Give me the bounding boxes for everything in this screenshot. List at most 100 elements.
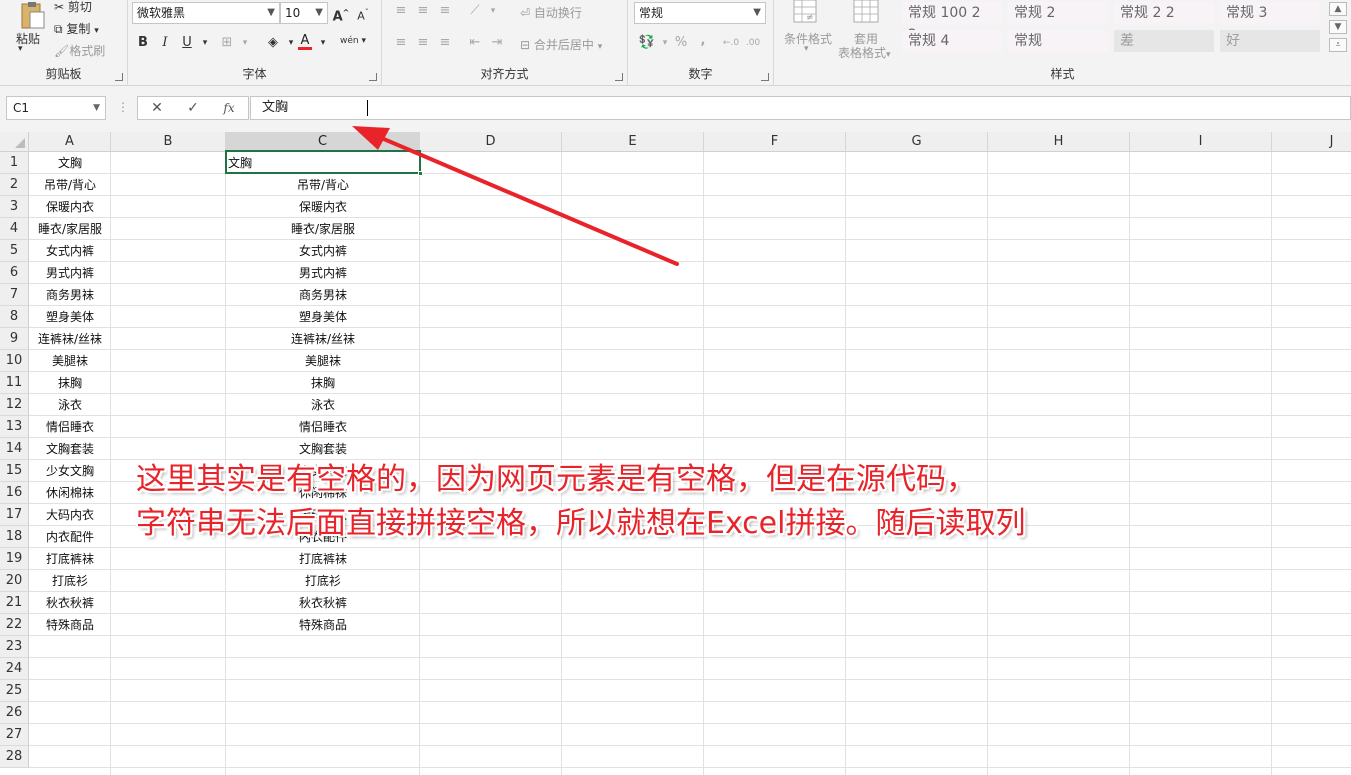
percent-button[interactable]: % (670, 32, 692, 54)
style-bad[interactable]: 差 (1114, 30, 1214, 52)
cancel-icon[interactable]: ✕ (142, 97, 172, 119)
table-format-button[interactable]: 表格格式▾ (838, 44, 891, 61)
row-header-22[interactable]: 22 (0, 614, 29, 636)
cell-a11[interactable]: 抹胸 (29, 372, 111, 394)
cell-a9[interactable]: 连裤袜/丝袜 (29, 328, 111, 350)
row-header-7[interactable]: 7 (0, 284, 29, 306)
align-middle-icon[interactable]: ≡ (412, 0, 434, 22)
cell-a21[interactable]: 秋衣秋裤 (29, 592, 111, 614)
column-header-j[interactable]: J (1272, 132, 1351, 152)
cell-a14[interactable]: 文胸套装 (29, 438, 111, 460)
styles-expand-icon[interactable]: ⩡ (1329, 38, 1347, 52)
row-header-1[interactable]: 1 (0, 152, 29, 174)
name-box[interactable]: C1 ▼ (6, 96, 106, 120)
cell-c5[interactable]: 女式内裤 (226, 240, 420, 262)
cell-a15[interactable]: 少女文胸 (29, 460, 111, 482)
formula-bar-grip-icon[interactable]: ⋮ (117, 100, 129, 114)
cell-c4[interactable]: 睡衣/家居服 (226, 218, 420, 240)
increase-decimal-icon[interactable]: ←.0 (720, 32, 742, 54)
row-header-17[interactable]: 17 (0, 504, 29, 526)
style-normal-2-2[interactable]: 常规 2 2 (1114, 2, 1214, 24)
number-format-select[interactable]: 常规 ▼ (634, 2, 766, 24)
cut-button[interactable]: ✂ 剪切 (54, 0, 92, 15)
row-header-5[interactable]: 5 (0, 240, 29, 262)
style-good[interactable]: 好 (1220, 30, 1320, 52)
font-size-select[interactable]: 10 ▼ (280, 2, 328, 24)
cell-c20[interactable]: 打底衫 (226, 570, 420, 592)
style-normal-2[interactable]: 常规 2 (1008, 2, 1108, 24)
row-header-8[interactable]: 8 (0, 306, 29, 328)
row-header-15[interactable]: 15 (0, 460, 29, 482)
font-name-select[interactable]: 微软雅黑 ▼ (132, 2, 280, 24)
row-header-28[interactable]: 28 (0, 746, 29, 768)
insert-function-icon[interactable]: fx (214, 97, 244, 119)
row-header-23[interactable]: 23 (0, 636, 29, 658)
cell-c6[interactable]: 男式内裤 (226, 262, 420, 284)
number-launcher-icon[interactable] (761, 73, 769, 81)
column-header-b[interactable]: B (111, 132, 226, 152)
table-format-icon[interactable] (852, 0, 882, 26)
increase-font-icon[interactable]: A^ (330, 2, 352, 24)
style-normal[interactable]: 常规 (1008, 30, 1108, 52)
align-bottom-icon[interactable]: ≡ (434, 0, 456, 22)
paste-chevron-icon[interactable]: ▾ (18, 44, 23, 54)
cell-c13[interactable]: 情侣睡衣 (226, 416, 420, 438)
column-header-f[interactable]: F (704, 132, 846, 152)
underline-chevron-icon[interactable]: ▾ (194, 32, 216, 54)
row-header-12[interactable]: 12 (0, 394, 29, 416)
row-header-9[interactable]: 9 (0, 328, 29, 350)
alignment-launcher-icon[interactable] (615, 73, 623, 81)
cell-a3[interactable]: 保暖内衣 (29, 196, 111, 218)
cell-a20[interactable]: 打底衫 (29, 570, 111, 592)
cell-c11[interactable]: 抹胸 (226, 372, 420, 394)
styles-scroll-down-icon[interactable]: ▼ (1329, 20, 1347, 34)
merge-center-button[interactable]: ⊟ 合并后居中 ▾ (520, 36, 602, 53)
column-header-d[interactable]: D (420, 132, 562, 152)
format-painter-button[interactable]: 🖌格式刷 (54, 42, 105, 59)
paste-icon[interactable] (16, 2, 46, 30)
column-header-e[interactable]: E (562, 132, 704, 152)
cell-c8[interactable]: 塑身美体 (226, 306, 420, 328)
row-header-27[interactable]: 27 (0, 724, 29, 746)
column-header-a[interactable]: A (29, 132, 111, 152)
row-header-24[interactable]: 24 (0, 658, 29, 680)
clipboard-launcher-icon[interactable] (115, 73, 123, 81)
conditional-format-chevron-icon[interactable]: ▾ (804, 44, 809, 54)
cell-c21[interactable]: 秋衣秋裤 (226, 592, 420, 614)
style-normal-100-2-2[interactable]: 常规 100 2 2... (902, 2, 1002, 43)
column-header-i[interactable]: I (1130, 132, 1272, 152)
italic-button[interactable]: I (154, 32, 176, 54)
row-header-11[interactable]: 11 (0, 372, 29, 394)
row-header-3[interactable]: 3 (0, 196, 29, 218)
font-color-chevron-icon[interactable]: ▾ (312, 32, 334, 54)
cell-c12[interactable]: 泳衣 (226, 394, 420, 416)
align-left-icon[interactable]: ≡ (390, 32, 412, 54)
cell-a16[interactable]: 休闲棉袜 (29, 482, 111, 504)
row-header-18[interactable]: 18 (0, 526, 29, 548)
cell-a1[interactable]: 文胸 (29, 152, 111, 174)
row-header-25[interactable]: 25 (0, 680, 29, 702)
cell-c7[interactable]: 商务男袜 (226, 284, 420, 306)
increase-indent-icon[interactable]: ⇥ (486, 32, 508, 54)
cell-c9[interactable]: 连裤袜/丝袜 (226, 328, 420, 350)
cell-c19[interactable]: 打底裤袜 (226, 548, 420, 570)
fill-handle[interactable] (418, 171, 423, 176)
column-header-c[interactable]: C (226, 132, 420, 152)
cell-a10[interactable]: 美腿袜 (29, 350, 111, 372)
row-header-21[interactable]: 21 (0, 592, 29, 614)
select-all-button[interactable] (0, 132, 29, 152)
cell-a13[interactable]: 情侣睡衣 (29, 416, 111, 438)
row-header-16[interactable]: 16 (0, 482, 29, 504)
decrease-decimal-icon[interactable]: .00 (742, 32, 764, 54)
row-header-2[interactable]: 2 (0, 174, 29, 196)
cell-a2[interactable]: 吊带/背心 (29, 174, 111, 196)
row-header-14[interactable]: 14 (0, 438, 29, 460)
align-top-icon[interactable]: ≡ (390, 0, 412, 22)
comma-button[interactable]: , (692, 30, 714, 52)
row-header-20[interactable]: 20 (0, 570, 29, 592)
styles-scroll-up-icon[interactable]: ▲ (1329, 2, 1347, 16)
cell-a12[interactable]: 泳衣 (29, 394, 111, 416)
cell-c3[interactable]: 保暖内衣 (226, 196, 420, 218)
phonetic-button[interactable]: wén ▾ (338, 30, 368, 52)
row-header-6[interactable]: 6 (0, 262, 29, 284)
